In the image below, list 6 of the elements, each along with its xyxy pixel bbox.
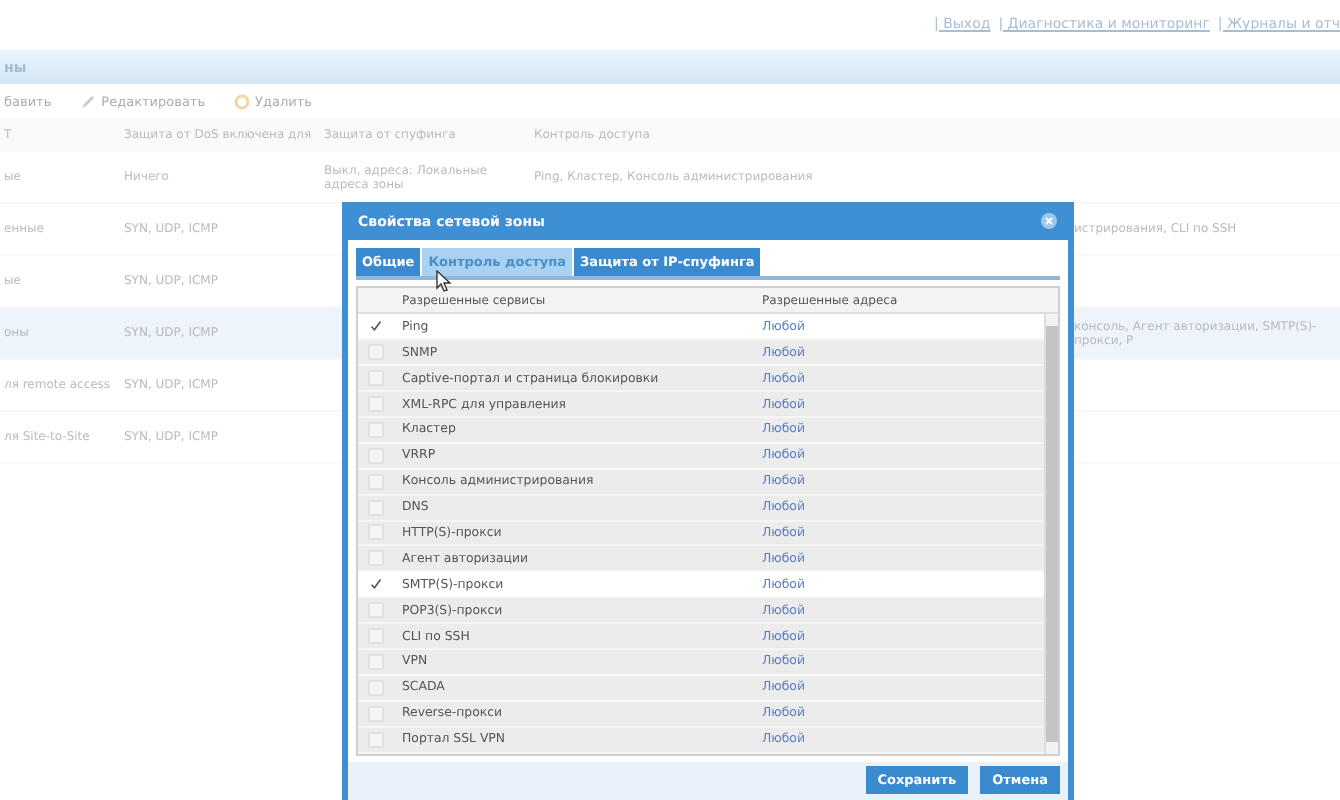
check-mark-checkbox[interactable] <box>368 576 384 593</box>
close-icon[interactable] <box>1040 212 1058 231</box>
check-mark-checkbox[interactable] <box>368 318 384 335</box>
pencil-icon <box>79 93 96 109</box>
scrollbar[interactable] <box>1044 314 1058 754</box>
delete-icon <box>233 93 250 109</box>
